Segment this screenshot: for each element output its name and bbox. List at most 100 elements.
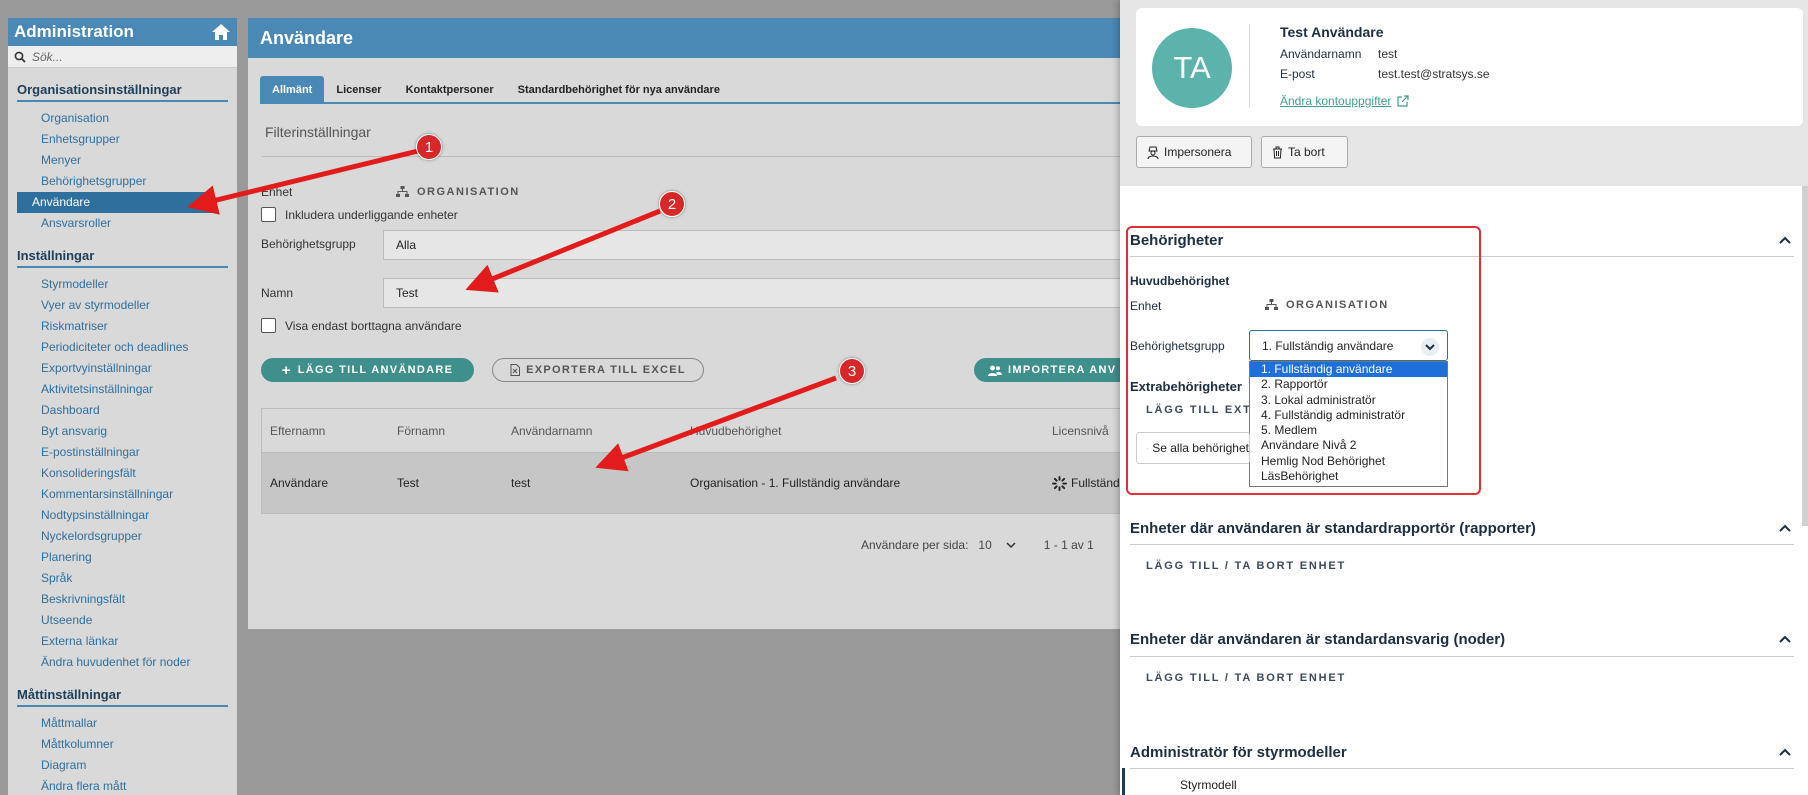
sidebar-item[interactable]: E-postinställningar [17, 442, 213, 463]
sidebar-item[interactable]: Beskrivningsfält [17, 589, 213, 610]
sidebar-item[interactable]: Ändra flera mått [17, 776, 213, 795]
sidebar-item[interactable]: Styrmodeller [17, 274, 213, 295]
reporter-section-title: Enheter där användaren är standardrappor… [1130, 520, 1536, 537]
sidebar-item[interactable]: Utseende [17, 610, 213, 631]
user-card: TA Test Användare Användarnamn test E-po… [1136, 8, 1803, 126]
import-users-button[interactable]: IMPORTERA ANV [974, 358, 1122, 382]
sidebar-title: Administration [14, 22, 134, 41]
dropdown-option[interactable]: 4. Fullständig administratör [1250, 408, 1447, 423]
tab-standardbehorighet[interactable]: Standardbehörighet för nya användare [506, 76, 732, 104]
unit-value: ORGANISATION [417, 186, 520, 198]
sidebar-item[interactable]: Vyer av styrmodeller [17, 295, 213, 316]
sidebar-section-title: Organisationsinställningar [17, 82, 228, 102]
sidebar-item-enhetsgrupper[interactable]: Enhetsgrupper [17, 129, 213, 150]
user-secret-icon [1147, 146, 1159, 159]
tab-licenser[interactable]: Licenser [324, 76, 393, 104]
include-sub-row[interactable]: Inkludera underliggande enheter [261, 207, 458, 222]
chevron-up-icon[interactable] [1778, 747, 1792, 757]
delete-user-button[interactable]: Ta bort [1261, 136, 1348, 168]
edit-account-link[interactable]: Ändra kontouppgifter [1280, 94, 1410, 108]
home-icon[interactable] [211, 23, 231, 41]
sidebar-item[interactable]: Planering [17, 547, 213, 568]
panel-scrollbar[interactable] [1802, 186, 1808, 526]
sidebar-item-ansvarsroller[interactable]: Ansvarsroller [17, 213, 213, 234]
sidebar-item[interactable]: Dashboard [17, 400, 213, 421]
chevron-up-icon[interactable] [1778, 634, 1792, 644]
styrmodell-row[interactable]: Styrmodell [1122, 768, 1802, 795]
add-user-button[interactable]: + LÄGG TILL ANVÄNDARE [261, 358, 474, 382]
tab-allmant[interactable]: Allmänt [260, 76, 325, 104]
delete-label: Ta bort [1288, 145, 1325, 159]
sidebar-item[interactable]: Exportvyinställningar [17, 358, 213, 379]
sidebar-item[interactable]: Ändra huvudenhet för noder [17, 652, 213, 673]
user-name: Test Användare [1280, 24, 1384, 40]
email-label: E-post [1280, 67, 1315, 81]
dropdown-option[interactable]: 2. Rapportör [1250, 377, 1447, 392]
reporter-add-remove-link[interactable]: LÄGG TILL / TA BORT ENHET [1146, 560, 1346, 572]
divider [1130, 544, 1794, 545]
annotation-marker-1: 1 [416, 134, 442, 160]
impersonate-button[interactable]: Impersonera [1136, 136, 1252, 168]
sidebar-item[interactable]: Periodiciteter och deadlines [17, 337, 213, 358]
sidebar-item[interactable]: Externa länkar [17, 631, 213, 652]
sidebar-item[interactable]: Språk [17, 568, 213, 589]
dropdown-option[interactable]: 5. Medlem [1250, 423, 1447, 438]
column-header[interactable]: Licensnivå [1052, 424, 1109, 438]
column-header[interactable]: Efternamn [270, 424, 325, 438]
dropdown-option[interactable]: LäsBehörighet [1250, 469, 1447, 484]
sidebar-item[interactable]: Riskmatriser [17, 316, 213, 337]
sidebar-item[interactable]: Måttkolumner [17, 734, 213, 755]
perm-group-select[interactable]: Alla [383, 230, 1122, 260]
sidebar-item[interactable]: Nodtypsinställningar [17, 505, 213, 526]
show-deleted-checkbox[interactable] [261, 318, 276, 333]
name-input[interactable]: Test [383, 278, 1122, 308]
dropdown-option[interactable]: Hemlig Nod Behörighet [1250, 454, 1447, 469]
sidebar-item[interactable]: Byt ansvarig [17, 421, 213, 442]
sidebar-item-organisation[interactable]: Organisation [17, 108, 213, 129]
see-all-label: Se alla behörighet [1152, 441, 1249, 455]
import-label: IMPORTERA ANV [1008, 364, 1117, 376]
sidebar-list-measures: Måttmallar Måttkolumner Diagram Ändra fl… [8, 713, 237, 795]
show-deleted-label: Visa endast borttagna användare [285, 318, 462, 333]
trash-icon [1273, 146, 1282, 158]
page-title: Användare [248, 18, 1122, 58]
styrmodell-header: Styrmodell [1180, 778, 1237, 792]
table-row[interactable]: Användare Test test Organisation - 1. Fu… [262, 453, 1121, 513]
search-input[interactable]: Sök... [32, 50, 63, 64]
export-excel-button[interactable]: EXPORTERA TILL EXCEL [492, 358, 704, 382]
sidebar-item[interactable]: Kommentarsinställningar [17, 484, 213, 505]
sidebar-item[interactable]: Aktivitetsinställningar [17, 379, 213, 400]
sidebar-item[interactable]: Måttmallar [17, 713, 213, 734]
dropdown-option[interactable]: 3. Lokal administratör [1250, 393, 1447, 408]
dropdown-option[interactable]: Användare Nivå 2 [1250, 438, 1447, 453]
column-header[interactable]: Användarnamn [511, 424, 592, 438]
column-header[interactable]: Förnamn [397, 424, 445, 438]
unit-selector[interactable]: ORGANISATION [396, 186, 520, 198]
sidebar-item-anvandare[interactable]: Användare [17, 192, 213, 213]
hierarchy-icon [396, 186, 409, 197]
sidebar-item[interactable]: Diagram [17, 755, 213, 776]
column-header[interactable]: Huvudbehörighet [690, 424, 781, 438]
sidebar-item[interactable]: Nyckelordsgrupper [17, 526, 213, 547]
sidebar-section-title: Inställningar [17, 248, 228, 268]
cell-username: test [511, 476, 531, 490]
responsible-add-remove-link[interactable]: LÄGG TILL / TA BORT ENHET [1146, 672, 1346, 684]
chevron-down-icon [1421, 338, 1439, 356]
dropdown-option[interactable]: 1. Fullständig användare [1250, 362, 1447, 378]
sidebar-search[interactable]: Sök... [8, 46, 237, 68]
email-value: test.test@stratsys.se [1378, 67, 1490, 81]
per-page-select[interactable]: 10 [978, 538, 1016, 552]
per-page-value: 10 [978, 538, 992, 552]
sidebar-item-behorighetsgrupper[interactable]: Behörighetsgrupper [17, 171, 213, 192]
include-sub-checkbox[interactable] [261, 207, 276, 222]
permission-group-select[interactable]: 1. Fullständig användare [1249, 330, 1448, 361]
sidebar-item[interactable]: Konsolideringsfält [17, 463, 213, 484]
tab-kontaktpersoner[interactable]: Kontaktpersoner [394, 76, 506, 104]
see-all-permissions-button[interactable]: Se alla behörighet [1136, 432, 1250, 464]
divider [262, 156, 1122, 157]
show-deleted-row[interactable]: Visa endast borttagna användare [261, 318, 462, 333]
chevron-up-icon[interactable] [1778, 523, 1792, 533]
add-user-label: LÄGG TILL ANVÄNDARE [297, 364, 454, 376]
chevron-up-icon[interactable] [1778, 235, 1792, 245]
sidebar-item-menyer[interactable]: Menyer [17, 150, 213, 171]
